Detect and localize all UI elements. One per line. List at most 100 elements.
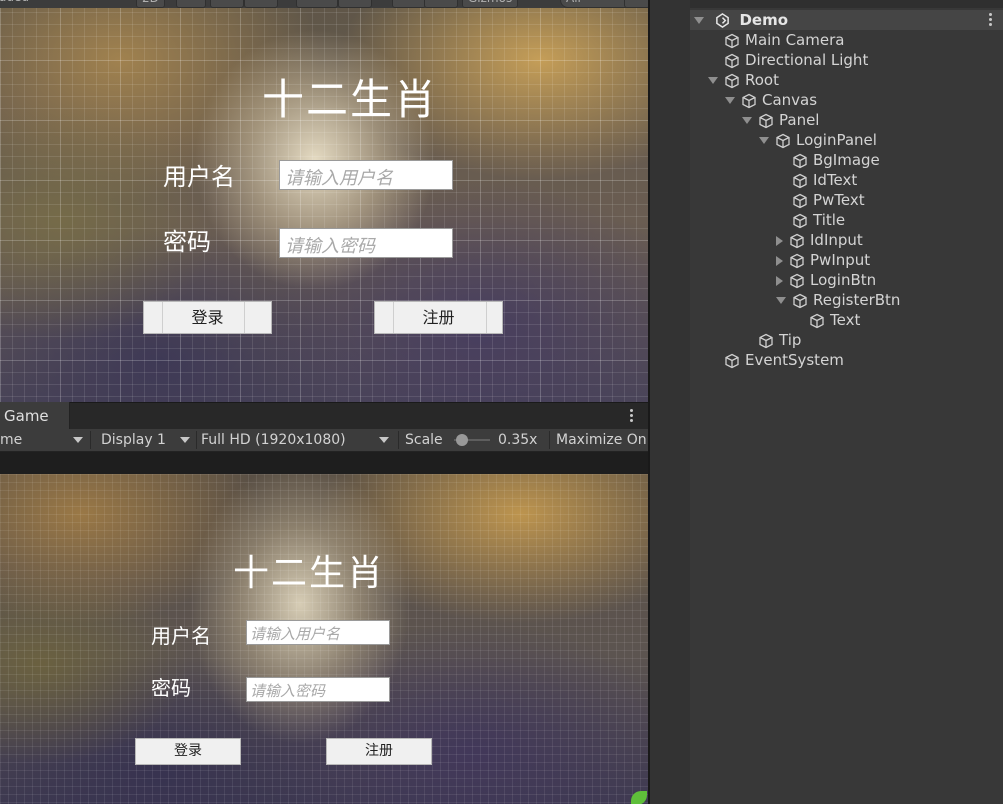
game-password-placeholder: 请输入密码	[250, 682, 326, 700]
fold-closed-icon[interactable]	[776, 255, 783, 266]
game-mode-label: me	[0, 432, 23, 448]
hierarchy-scene-name: Demo	[739, 11, 789, 29]
fold-closed-icon[interactable]	[776, 235, 783, 246]
scene-password-input[interactable]: 请输入密码	[279, 228, 453, 258]
fold-open-icon[interactable]	[759, 137, 769, 144]
resolution-dropdown[interactable]: Full HD (1920x1080)	[201, 429, 393, 451]
scene-login-button[interactable]: 登录	[143, 301, 272, 334]
scene-camera-toggle[interactable]	[296, 0, 338, 8]
hierarchy-item[interactable]: Tip	[742, 330, 801, 350]
hierarchy-item-label: Directional Light	[745, 51, 869, 69]
game-tab-bar	[0, 402, 648, 430]
hierarchy-scene-menu-icon[interactable]	[989, 13, 993, 27]
hierarchy-item[interactable]: LoginPanel	[759, 130, 877, 150]
game-password-input[interactable]: 请输入密码	[246, 677, 390, 702]
hierarchy-item[interactable]: Root	[708, 70, 779, 90]
hierarchy-item-label: LoginPanel	[796, 131, 877, 149]
fold-open-icon[interactable]	[742, 117, 752, 124]
hierarchy-panel	[650, 0, 1003, 804]
scene-tools-toggle[interactable]	[392, 0, 426, 8]
gameobject-icon	[789, 253, 805, 269]
display-dropdown[interactable]: Display 1	[101, 429, 193, 451]
scene-username-input[interactable]: 请输入用户名	[279, 160, 453, 190]
scene-shading-mode[interactable]: aded	[0, 0, 34, 6]
scene-visibility-toggle[interactable]	[244, 0, 278, 8]
hierarchy-item[interactable]: IdInput	[776, 230, 863, 250]
scene-effects-toggle[interactable]	[210, 0, 244, 8]
scene-toolbar: aded 2D Gizmos All	[0, 0, 650, 8]
scene-register-button-label: 注册	[422, 308, 455, 327]
hierarchy-item[interactable]: Text	[793, 310, 860, 330]
scale-slider[interactable]	[452, 429, 492, 451]
hierarchy-item-label: Tip	[779, 331, 802, 349]
hierarchy-search-input[interactable]	[690, 0, 1003, 8]
game-login-button[interactable]: 登录	[135, 738, 241, 765]
hierarchy-item[interactable]: LoginBtn	[776, 270, 876, 290]
gameobject-icon	[789, 233, 805, 249]
game-login-title: 十二生肖	[233, 553, 386, 594]
hierarchy-item[interactable]: Panel	[742, 110, 819, 130]
resolution-label: Full HD (1920x1080)	[201, 432, 346, 448]
scene-grid-toggle[interactable]	[338, 0, 372, 8]
tab-game[interactable]: Game	[0, 402, 70, 430]
hierarchy-item[interactable]: IdText	[776, 170, 857, 190]
scene-search-input[interactable]: All	[560, 0, 634, 8]
fold-open-icon[interactable]	[708, 77, 718, 84]
hierarchy-item-label: BgImage	[813, 151, 880, 169]
game-username-input[interactable]: 请输入用户名	[246, 620, 390, 645]
scene-username-placeholder: 请输入用户名	[285, 168, 393, 189]
scene-view-options[interactable]	[424, 0, 458, 8]
hierarchy-item[interactable]: Main Camera	[708, 30, 844, 50]
hierarchy-item[interactable]: Canvas	[725, 90, 817, 110]
hierarchy-item[interactable]: PwText	[776, 190, 865, 210]
gameobject-icon	[758, 113, 774, 129]
gameobject-icon	[724, 33, 740, 49]
hierarchy-item[interactable]: BgImage	[776, 150, 880, 170]
chevron-down-icon	[379, 437, 389, 443]
game-username-placeholder: 请输入用户名	[250, 625, 341, 643]
scene-view[interactable]: 十二生肖 用户名 请输入用户名 密码 请输入密码 登录 注册	[0, 0, 648, 402]
scene-username-label: 用户名	[163, 163, 235, 191]
fold-open-icon[interactable]	[725, 97, 735, 104]
display-label: Display 1	[101, 432, 166, 448]
gameobject-icon	[724, 353, 740, 369]
hierarchy-item[interactable]: Directional Light	[708, 50, 868, 70]
hierarchy-item[interactable]: RegisterBtn	[776, 290, 900, 310]
fold-open-icon[interactable]	[694, 17, 704, 24]
scene-login-button-label: 登录	[191, 308, 224, 327]
game-options-icon[interactable]	[630, 409, 634, 423]
game-login-button-label: 登录	[174, 743, 202, 759]
scene-2d-toggle[interactable]: 2D	[136, 0, 165, 8]
gameobject-icon	[792, 293, 808, 309]
gameobject-icon	[792, 213, 808, 229]
hierarchy-scene-row[interactable]: Demo	[690, 10, 1003, 30]
scene-register-button[interactable]: 注册	[374, 301, 503, 334]
hierarchy-item[interactable]: EventSystem	[708, 350, 844, 370]
hierarchy-gutter	[650, 0, 690, 804]
hierarchy-item-label: Panel	[779, 111, 820, 129]
game-register-button[interactable]: 注册	[326, 738, 432, 765]
scale-label: Scale	[405, 432, 443, 448]
hierarchy-item-label: IdText	[813, 171, 858, 189]
hierarchy-item-label: Main Camera	[745, 31, 845, 49]
hierarchy-item-label: IdInput	[810, 231, 863, 249]
scale-slider-thumb[interactable]	[455, 434, 468, 446]
hierarchy-item-label: LoginBtn	[810, 271, 877, 289]
maximize-on-play-toggle[interactable]: Maximize On	[556, 429, 648, 451]
hierarchy-item-label: RegisterBtn	[813, 291, 901, 309]
game-password-label: 密码	[151, 676, 191, 700]
scene-search-clear[interactable]	[624, 0, 650, 8]
hierarchy-item[interactable]: PwInput	[776, 250, 870, 270]
scene-login-title: 十二生肖	[262, 75, 439, 124]
hierarchy-item[interactable]: Title	[776, 210, 845, 230]
fold-closed-icon[interactable]	[776, 275, 783, 286]
gameobject-icon	[741, 93, 757, 109]
game-view[interactable]: 十二生肖 用户名 请输入用户名 密码 请输入密码 登录 注册	[0, 474, 648, 804]
hierarchy-item-label: Title	[813, 211, 846, 229]
scale-value: 0.35x	[498, 432, 538, 448]
game-mode-dropdown[interactable]: me	[0, 429, 86, 451]
gameobject-icon	[792, 193, 808, 209]
fold-open-icon[interactable]	[776, 297, 786, 304]
scene-audio-toggle[interactable]	[176, 0, 206, 8]
gizmos-dropdown[interactable]: Gizmos	[462, 0, 519, 8]
